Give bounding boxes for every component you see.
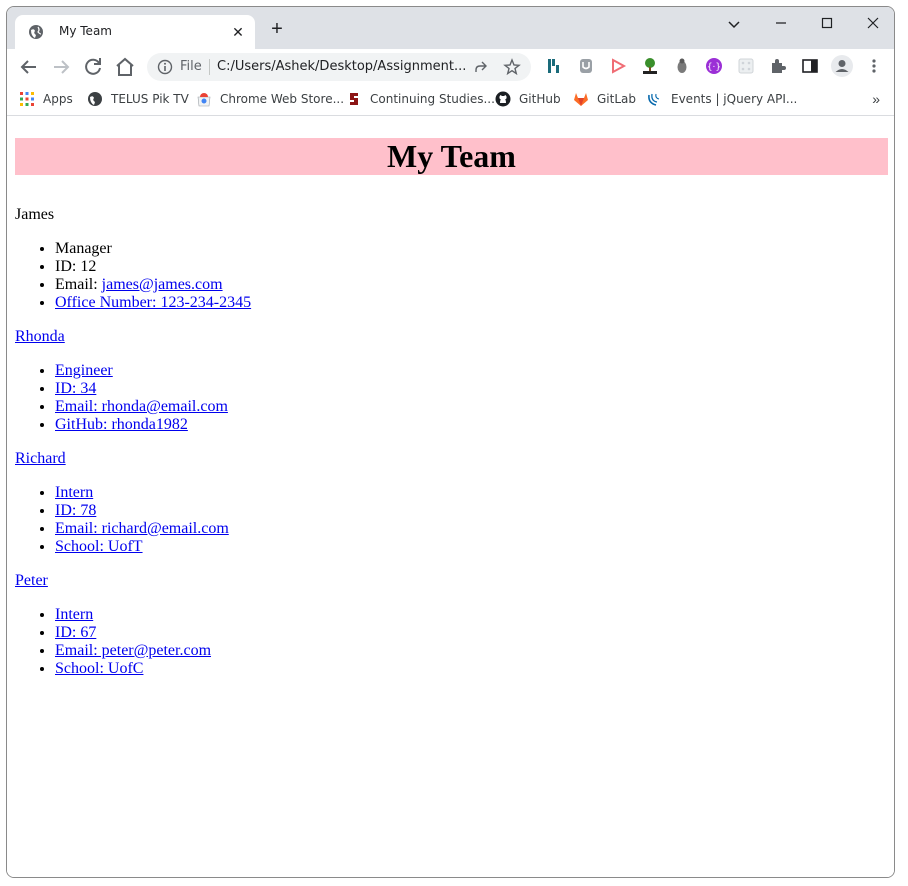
- extension-grid-icon[interactable]: [737, 57, 755, 75]
- browser-toolbar: File C:/Users/Ashek/Desktop/Assignment..…: [7, 49, 894, 85]
- bookmarks-bar: Apps TELUS Pik TV Chrome Web Store... Co…: [7, 85, 894, 116]
- member-name: James: [15, 206, 55, 223]
- email-prefix: Email:: [55, 276, 102, 293]
- bookmark-apps[interactable]: Apps: [19, 91, 73, 109]
- globe-icon: [88, 92, 102, 106]
- info-icon[interactable]: [157, 59, 173, 75]
- member-school-link[interactable]: School: UofC: [55, 660, 143, 677]
- member-role-link[interactable]: Intern: [55, 606, 93, 623]
- back-arrow-icon[interactable]: [17, 55, 41, 79]
- member-id-link[interactable]: ID: 34: [55, 380, 96, 397]
- close-window-button[interactable]: [850, 13, 894, 37]
- menu-kebab-icon[interactable]: [865, 57, 883, 75]
- member-github-link[interactable]: GitHub: rhonda1982: [55, 416, 188, 433]
- member-details: Intern ID: 67 Email: peter@peter.com Sch…: [15, 606, 211, 678]
- close-tab-icon[interactable]: ✕: [229, 23, 247, 41]
- bookmark-star-icon[interactable]: [503, 58, 521, 76]
- member-details: Intern ID: 78 Email: richard@email.com S…: [15, 484, 229, 556]
- member-id-link[interactable]: ID: 67: [55, 624, 96, 641]
- page-header: My Team: [15, 138, 888, 175]
- member-name-link[interactable]: Peter: [15, 572, 48, 589]
- omnibox-divider: [209, 59, 210, 75]
- maximize-button[interactable]: [804, 13, 850, 37]
- bookmark-telus[interactable]: TELUS Pik TV: [87, 91, 189, 109]
- extension-purple-icon[interactable]: {·}: [705, 57, 723, 75]
- forward-arrow-icon[interactable]: [49, 55, 73, 79]
- url-text[interactable]: C:/Users/Ashek/Desktop/Assignment...: [217, 59, 466, 74]
- bookmark-jquery[interactable]: Events | jQuery API...: [647, 91, 797, 109]
- tab-strip: My Team ✕ +: [7, 7, 894, 49]
- bookmark-label: GitLab: [597, 92, 636, 106]
- tab-search-chevron-icon[interactable]: [711, 13, 757, 37]
- share-icon[interactable]: [473, 59, 489, 75]
- member-role-link[interactable]: Intern: [55, 484, 93, 501]
- team-member-card: James Manager ID: 12 Email: james@james.…: [15, 206, 251, 312]
- page-title: My Team: [387, 138, 516, 174]
- extension-bug-icon[interactable]: [673, 57, 691, 75]
- bookmark-label: Chrome Web Store...: [220, 92, 345, 106]
- bookmark-continuing-studies[interactable]: Continuing Studies...: [346, 91, 495, 109]
- page-content: My Team James Manager ID: 12 Email: jame…: [7, 116, 894, 877]
- extensions-puzzle-icon[interactable]: [769, 57, 787, 75]
- member-role: Manager: [55, 240, 251, 258]
- email-link[interactable]: james@james.com: [102, 276, 223, 293]
- profile-avatar-icon[interactable]: [831, 55, 853, 77]
- member-email: Email: james@james.com: [55, 276, 251, 294]
- bookmark-github[interactable]: GitHub: [495, 91, 561, 109]
- chrome-web-store-icon: [197, 93, 211, 107]
- member-id: ID: 12: [55, 258, 251, 276]
- bookmarks-overflow-chevron-icon[interactable]: »: [872, 91, 880, 107]
- bookmark-gitlab[interactable]: GitLab: [573, 91, 636, 109]
- bookmark-label: Events | jQuery API...: [671, 92, 798, 106]
- jquery-icon: [648, 93, 660, 106]
- gitlab-icon: [574, 93, 588, 106]
- globe-icon: [29, 25, 43, 39]
- extension-play-icon[interactable]: [609, 57, 627, 75]
- bookmark-label: GitHub: [519, 92, 561, 106]
- team-member-card: Richard Intern ID: 78 Email: richard@ema…: [15, 450, 229, 556]
- member-office-number: Office Number: 123-234-2345: [55, 294, 251, 312]
- bookmark-label: Apps: [43, 92, 73, 106]
- office-number-link[interactable]: Office Number: 123-234-2345: [55, 294, 251, 311]
- reload-icon[interactable]: [81, 55, 105, 79]
- team-member-card: Rhonda Engineer ID: 34 Email: rhonda@ema…: [15, 328, 228, 434]
- stanford-icon: [350, 93, 358, 105]
- minimize-button[interactable]: [758, 13, 804, 37]
- member-name-link[interactable]: Richard: [15, 450, 66, 467]
- member-id-link[interactable]: ID: 78: [55, 502, 96, 519]
- member-school-link[interactable]: School: UofT: [55, 538, 143, 555]
- bookmark-label: TELUS Pik TV: [111, 92, 189, 106]
- address-bar[interactable]: File C:/Users/Ashek/Desktop/Assignment..…: [147, 53, 531, 81]
- member-details: Manager ID: 12 Email: james@james.com Of…: [15, 240, 251, 312]
- apps-grid-icon: [20, 92, 34, 106]
- member-name-link[interactable]: Rhonda: [15, 328, 65, 345]
- scheme-label: File: [180, 59, 202, 74]
- home-icon[interactable]: [113, 55, 137, 79]
- bookmark-label: Continuing Studies...: [370, 92, 495, 106]
- extension-html-tree-icon[interactable]: [641, 57, 659, 75]
- extension-b-icon[interactable]: [545, 57, 563, 75]
- member-email-link[interactable]: Email: rhonda@email.com: [55, 398, 228, 415]
- github-icon: [495, 91, 511, 107]
- extension-u-icon[interactable]: [577, 57, 595, 75]
- browser-window: My Team ✕ + File C:/Users/Ashek/Desktop/…: [6, 6, 895, 878]
- side-panel-icon[interactable]: [801, 57, 819, 75]
- member-email-link[interactable]: Email: richard@email.com: [55, 520, 229, 537]
- svg-text:{·}: {·}: [707, 63, 721, 73]
- member-email-link[interactable]: Email: peter@peter.com: [55, 642, 211, 659]
- bookmark-chrome-web-store[interactable]: Chrome Web Store...: [196, 91, 344, 109]
- team-member-card: Peter Intern ID: 67 Email: peter@peter.c…: [15, 572, 211, 678]
- tab-title: My Team: [59, 24, 112, 38]
- member-role-link[interactable]: Engineer: [55, 362, 113, 379]
- new-tab-button[interactable]: +: [267, 19, 287, 39]
- tab-my-team[interactable]: My Team ✕: [15, 15, 255, 49]
- member-details: Engineer ID: 34 Email: rhonda@email.com …: [15, 362, 228, 434]
